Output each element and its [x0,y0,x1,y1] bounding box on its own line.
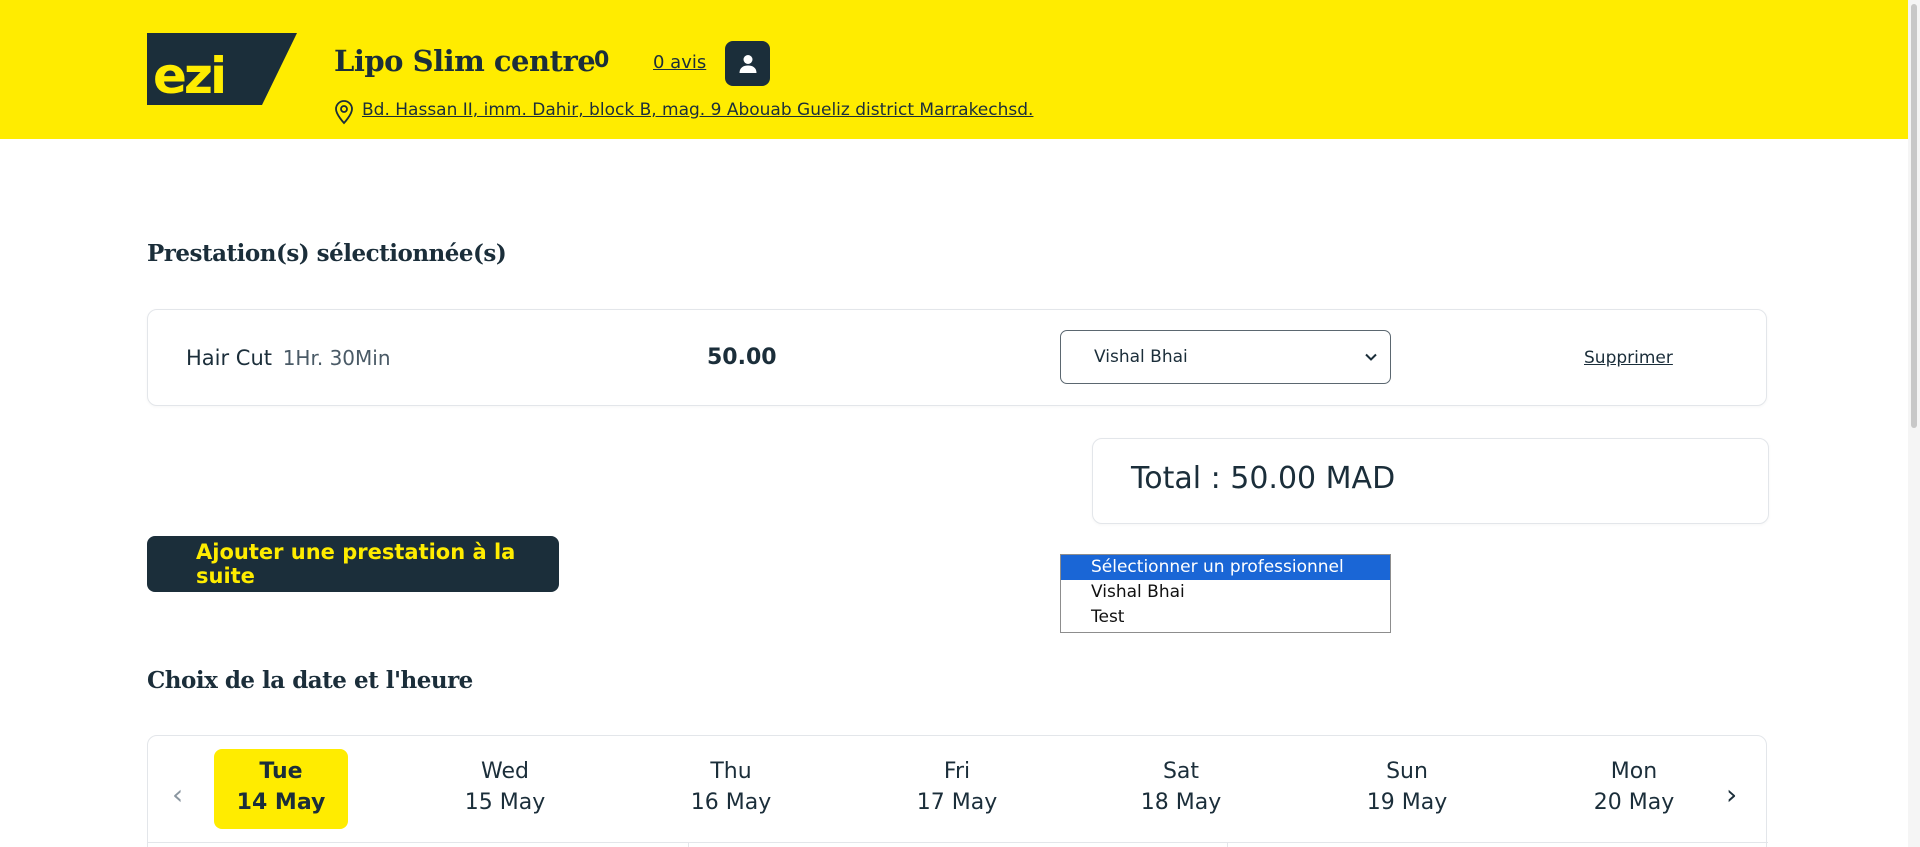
map-pin-icon [335,100,353,125]
page-scrollbar[interactable] [1908,0,1920,847]
calendar-divider [148,842,1768,843]
day-thu-16[interactable]: Thu 16 May [664,749,798,829]
chevron-left-icon[interactable]: ‹ [172,778,183,811]
add-service-button[interactable]: Ajouter une prestation à la suite [147,536,559,592]
selected-services-title: Prestation(s) sélectionnée(s) [147,240,507,267]
dropdown-option-test[interactable]: Test [1061,605,1390,630]
day-name: Sun [1386,759,1428,784]
user-icon [739,54,756,73]
day-tue-14[interactable]: Tue 14 May [214,749,348,829]
service-card: Hair Cut 1Hr. 30Min 50.00 Vishal Bhai Su… [147,309,1767,406]
day-mon-20[interactable]: Mon 20 May [1567,749,1701,829]
day-name: Sat [1162,759,1200,784]
professional-dropdown-list: Sélectionner un professionnel Vishal Bha… [1060,554,1391,633]
day-name: Mon [1610,759,1658,784]
address-link[interactable]: Bd. Hassan II, imm. Dahir, block B, mag.… [362,100,1033,120]
day-date: 14 May [236,790,326,815]
day-name: Wed [481,759,529,784]
header-bar: ezi Lipo Slim centre 0 0 avis Bd. Hassan… [0,0,1920,139]
date-picker: ‹ Tue 14 May Wed 15 May Thu 16 May Fri 1… [147,735,1768,847]
rating-value: 0 [594,48,610,73]
reviews-link[interactable]: 0 avis [653,52,706,73]
service-name-row: Hair Cut 1Hr. 30Min [186,346,391,370]
shop-title: Lipo Slim centre [334,44,596,78]
dropdown-option-vishal-bhai[interactable]: Vishal Bhai [1061,580,1390,605]
day-fri-17[interactable]: Fri 17 May [890,749,1024,829]
day-sun-19[interactable]: Sun 19 May [1340,749,1474,829]
ezi-logo[interactable]: ezi [147,33,297,105]
calendar-column-divider [1227,842,1228,847]
user-account-button[interactable] [725,41,770,86]
scrollbar-thumb[interactable] [1911,4,1917,428]
service-duration: 1Hr. 30Min [282,346,391,370]
day-name: Thu [710,759,752,784]
service-name: Hair Cut [186,346,273,370]
day-name: Tue [259,759,303,784]
day-date: 20 May [1593,790,1675,815]
day-date: 19 May [1366,790,1448,815]
total-card: Total : 50.00 MAD [1092,438,1769,524]
chevron-right-icon[interactable]: › [1726,778,1737,811]
day-name: Fri [943,759,971,784]
delete-service-link[interactable]: Supprimer [1584,348,1673,368]
professional-select-value: Vishal Bhai [1094,347,1188,367]
service-price: 50.00 [707,345,777,370]
date-time-title: Choix de la date et l'heure [147,667,473,694]
chevron-down-icon [1365,353,1377,361]
day-date: 18 May [1140,790,1222,815]
day-date: 16 May [690,790,772,815]
logo-text: ezi [153,47,224,105]
day-wed-15[interactable]: Wed 15 May [438,749,572,829]
total-amount: Total : 50.00 MAD [1131,461,1396,496]
day-date: 15 May [464,790,546,815]
day-date: 17 May [916,790,998,815]
dropdown-option-select-professional[interactable]: Sélectionner un professionnel [1061,555,1390,580]
day-sat-18[interactable]: Sat 18 May [1114,749,1248,829]
professional-select[interactable]: Vishal Bhai [1060,330,1391,384]
calendar-column-divider [688,842,689,847]
